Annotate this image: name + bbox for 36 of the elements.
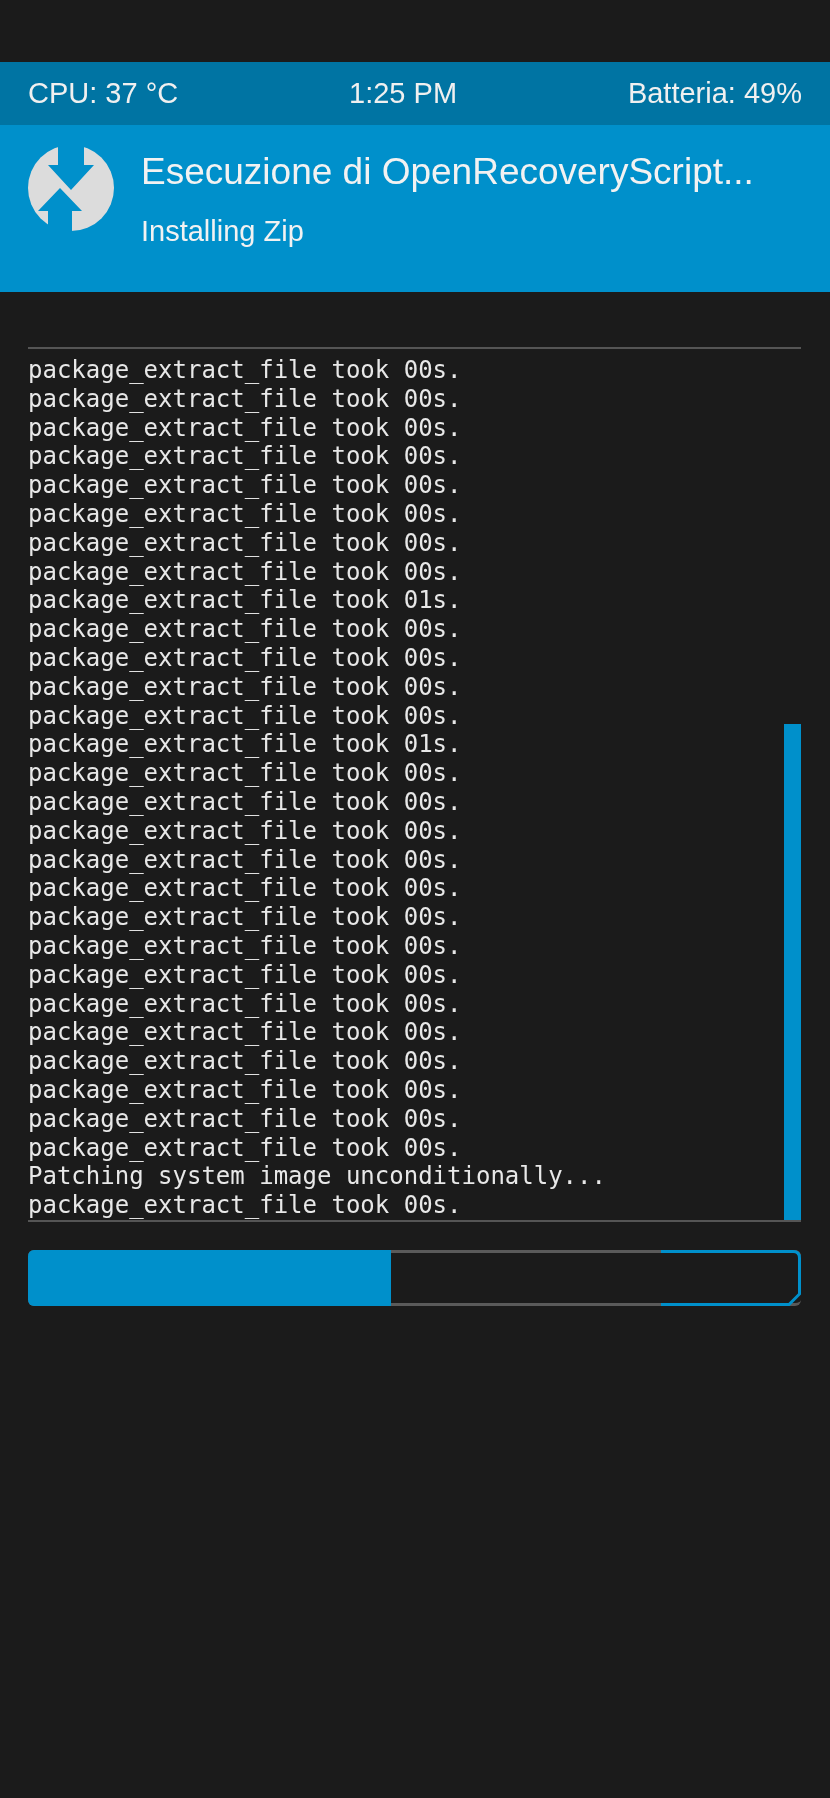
log-line: package_extract_file took 00s. xyxy=(28,1133,463,1163)
log-line: package_extract_file took 00s. xyxy=(28,788,463,817)
logo-icon xyxy=(28,145,114,231)
log-line: package_extract_file took 00s. xyxy=(28,701,463,731)
log-line: package_extract_file took 00s. xyxy=(28,557,463,587)
log-line: package_extract_file took 00s. xyxy=(28,528,463,558)
log-line: package_extract_file took 00s. xyxy=(28,845,463,875)
log-line: package_extract_file took 00s. xyxy=(28,1191,463,1220)
log-line: package_extract_file took 00s. xyxy=(28,672,463,702)
log-line: package_extract_file took 00s. xyxy=(28,356,463,385)
log-line: package_extract_file took 00s. xyxy=(28,384,463,414)
log-line: package_extract_file took 01s. xyxy=(28,586,463,616)
screen-subtitle: Installing Zip xyxy=(141,215,305,248)
log-line: package_extract_file took 00s. xyxy=(28,644,463,673)
log-line: package_extract_file took 00s. xyxy=(28,989,463,1019)
log-line: package_extract_file took 00s. xyxy=(28,1076,463,1105)
log-line: package_extract_file took 00s. xyxy=(28,1047,463,1076)
log-line: package_extract_file took 00s. xyxy=(28,413,463,443)
screen-title: Esecuzione di OpenRecoveryScript... xyxy=(141,151,754,193)
log-line: package_extract_file took 00s. xyxy=(28,816,463,846)
log-line: package_extract_file took 00s. xyxy=(28,932,463,961)
log-line: package_extract_file took 00s. xyxy=(28,471,463,501)
log-line: package_extract_file took 00s. xyxy=(28,960,463,990)
log-line: package_extract_file took 00s. xyxy=(28,1104,463,1134)
log-line: package_extract_file took 00s. xyxy=(28,442,463,472)
log-line: package_extract_file took 01s. xyxy=(28,730,463,760)
cpu-temperature: CPU: 37 °C xyxy=(28,77,179,110)
log-line: package_extract_file took 00s. xyxy=(28,903,463,933)
log-line: package_extract_file took 00s. xyxy=(28,759,463,789)
log-line: package_extract_file took 00s. xyxy=(28,500,463,529)
log-line: package_extract_file took 00s. xyxy=(28,1018,463,1048)
log-line: package_extract_file took 00s. xyxy=(28,615,463,645)
log-line: Patching system image unconditionally... xyxy=(28,1162,607,1192)
clock: 1:25 PM xyxy=(349,77,458,110)
log-line: package_extract_file took 00s. xyxy=(28,874,463,904)
battery-level: Batteria: 49% xyxy=(627,77,802,110)
